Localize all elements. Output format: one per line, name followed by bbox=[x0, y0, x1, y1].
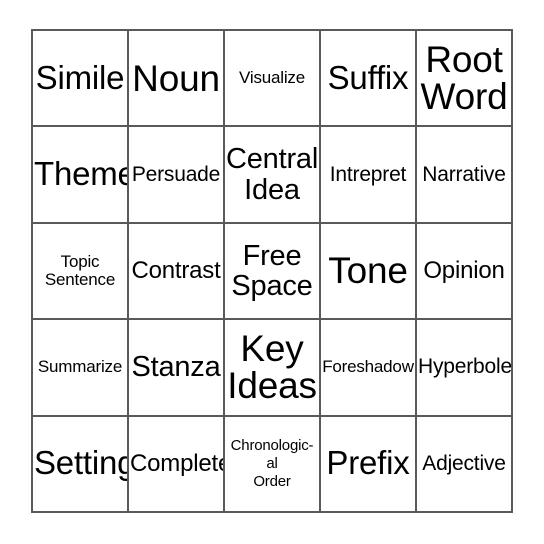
bingo-cell[interactable]: Tone bbox=[321, 223, 417, 321]
bingo-cell-label: Stanza bbox=[131, 351, 221, 384]
bingo-cell[interactable]: Central Idea bbox=[225, 127, 321, 224]
bingo-cell-label: Root Word bbox=[420, 39, 508, 118]
bingo-cell-label: Adjective bbox=[422, 451, 506, 475]
bingo-cell-label: Setting bbox=[34, 444, 129, 482]
bingo-cell[interactable]: Adjective bbox=[417, 416, 513, 513]
bingo-cell-free-space[interactable]: Free Space bbox=[225, 223, 321, 321]
bingo-cell-label: Theme bbox=[34, 155, 129, 193]
bingo-cell-label: Narrative bbox=[422, 162, 506, 186]
bingo-cell[interactable]: Stanza bbox=[129, 320, 225, 417]
bingo-cell-label: Suffix bbox=[327, 58, 409, 96]
bingo-cell[interactable]: Visualize bbox=[225, 31, 321, 128]
bingo-cell[interactable]: Contrast bbox=[129, 223, 225, 321]
bingo-cell-label: Hyperbole bbox=[418, 355, 512, 379]
bingo-cell[interactable]: Theme bbox=[33, 127, 129, 224]
bingo-cell-label: Persuade bbox=[131, 162, 221, 186]
bingo-cell[interactable]: Persuade bbox=[129, 127, 225, 224]
bingo-cell[interactable]: Foreshadow bbox=[321, 320, 417, 417]
bingo-cell[interactable]: Root Word bbox=[417, 31, 513, 128]
bingo-cell-label: Free Space bbox=[231, 239, 313, 302]
bingo-cell[interactable]: Hyperbole bbox=[417, 320, 513, 417]
bingo-cell-label: Central Idea bbox=[226, 143, 319, 206]
bingo-cell[interactable]: Topic Sentence bbox=[33, 223, 129, 321]
bingo-cell-label: Foreshadow bbox=[322, 357, 414, 377]
bingo-cell-label: Opinion bbox=[423, 257, 505, 285]
bingo-card-grid: Simile Noun Visualize Suffix Root Word Theme P… bbox=[31, 29, 513, 513]
bingo-cell[interactable]: Chronologic- al Order bbox=[225, 416, 321, 513]
bingo-cell-label: Complete bbox=[130, 450, 225, 478]
bingo-cell-label: Summarize bbox=[37, 357, 123, 377]
bingo-cell-label: Tone bbox=[328, 250, 408, 292]
bingo-cell[interactable]: Summarize bbox=[33, 320, 129, 417]
bingo-cell-label: Key Ideas bbox=[227, 328, 317, 407]
bingo-cell[interactable]: Prefix bbox=[321, 416, 417, 513]
bingo-cell-label: Simile bbox=[35, 58, 125, 96]
bingo-cell[interactable]: Complete bbox=[129, 416, 225, 513]
bingo-cell-label: Topic Sentence bbox=[44, 252, 116, 289]
bingo-cell[interactable]: Opinion bbox=[417, 223, 513, 321]
bingo-cell-label: Contrast bbox=[131, 257, 221, 285]
bingo-cell-label: Intrepret bbox=[329, 162, 407, 186]
bingo-cell[interactable]: Narrative bbox=[417, 127, 513, 224]
bingo-cell[interactable]: Simile bbox=[33, 31, 129, 128]
bingo-cell[interactable]: Suffix bbox=[321, 31, 417, 128]
bingo-cell-label: Visualize bbox=[239, 68, 305, 88]
bingo-cell[interactable]: Noun bbox=[129, 31, 225, 128]
bingo-cell-label: Chronologic- al Order bbox=[230, 436, 314, 490]
bingo-cell[interactable]: Key Ideas bbox=[225, 320, 321, 417]
bingo-cell[interactable]: Setting bbox=[33, 416, 129, 513]
bingo-cell-label: Prefix bbox=[326, 444, 410, 482]
bingo-cell[interactable]: Intrepret bbox=[321, 127, 417, 224]
bingo-cell-label: Noun bbox=[132, 57, 220, 99]
